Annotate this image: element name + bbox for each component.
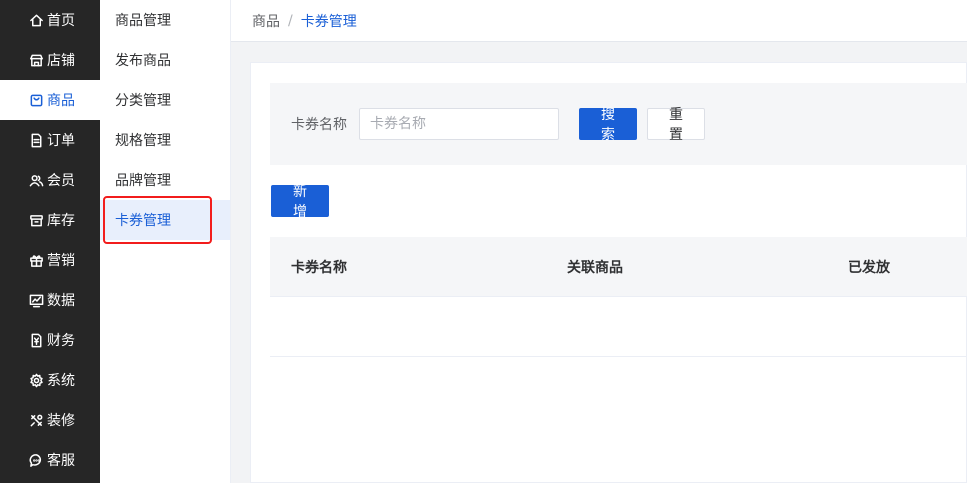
search-button[interactable]: 搜索 xyxy=(579,107,637,143)
sub-item-brand-manage[interactable]: 品牌管理 xyxy=(100,160,230,200)
nav-item-label: 商品 xyxy=(47,93,75,109)
column-header-issued: 已发放 xyxy=(848,259,890,276)
breadcrumb-current: 卡券管理 xyxy=(300,13,357,30)
search-label: 卡券名称 xyxy=(291,117,347,133)
content-card: 卡券名称 搜索 重置 新增 卡券名称 关联商品 已发放 xyxy=(250,62,967,483)
breadcrumb: 商品 / 卡券管理 xyxy=(231,0,967,42)
sub-item-spec-manage[interactable]: 规格管理 xyxy=(100,120,230,160)
home-icon xyxy=(28,12,44,28)
nav-item-label: 营销 xyxy=(47,253,75,269)
sub-item-publish-goods[interactable]: 发布商品 xyxy=(100,40,230,80)
box-icon xyxy=(28,212,44,228)
store-icon xyxy=(28,52,44,68)
users-icon xyxy=(28,172,44,188)
brush-icon xyxy=(28,412,44,428)
nav-item-finance[interactable]: 财务 xyxy=(0,320,100,360)
search-panel: 卡券名称 搜索 重置 xyxy=(270,83,967,165)
gift-icon xyxy=(28,252,44,268)
column-header-coupon-name: 卡券名称 xyxy=(291,259,347,276)
nav-item-members[interactable]: 会员 xyxy=(0,160,100,200)
add-button[interactable]: 新增 xyxy=(271,184,329,220)
reset-button[interactable]: 重置 xyxy=(647,107,705,143)
nav-item-data[interactable]: 数据 xyxy=(0,280,100,320)
highlight-box xyxy=(103,196,212,244)
nav-item-orders[interactable]: 订单 xyxy=(0,120,100,160)
nav-item-label: 财务 xyxy=(47,333,75,349)
nav-item-label: 订单 xyxy=(47,133,75,149)
nav-item-label: 数据 xyxy=(47,293,75,309)
nav-item-system[interactable]: 系统 xyxy=(0,360,100,400)
bag-icon xyxy=(28,92,44,108)
nav-item-label: 客服 xyxy=(47,453,75,469)
chart-icon xyxy=(28,292,44,308)
main-nav: 首页 店铺 商品 订单 会员 库存 营销 数据 财务 系统 装修 客服 xyxy=(0,0,100,483)
nav-item-goods[interactable]: 商品 xyxy=(0,80,100,120)
column-header-linked-goods: 关联商品 xyxy=(567,259,623,276)
nav-item-store[interactable]: 店铺 xyxy=(0,40,100,80)
nav-item-label: 库存 xyxy=(47,213,75,229)
table-body xyxy=(270,297,967,357)
gear-icon xyxy=(28,372,44,388)
nav-item-label: 系统 xyxy=(47,373,75,389)
nav-item-inventory[interactable]: 库存 xyxy=(0,200,100,240)
breadcrumb-separator: / xyxy=(288,12,293,29)
nav-item-label: 会员 xyxy=(47,173,75,189)
sub-item-category-manage[interactable]: 分类管理 xyxy=(100,80,230,120)
nav-item-marketing[interactable]: 营销 xyxy=(0,240,100,280)
nav-item-label: 首页 xyxy=(47,13,75,29)
nav-item-service[interactable]: 客服 xyxy=(0,440,100,480)
nav-item-decoration[interactable]: 装修 xyxy=(0,400,100,440)
nav-item-home[interactable]: 首页 xyxy=(0,0,100,40)
nav-item-label: 店铺 xyxy=(47,53,75,69)
nav-item-label: 装修 xyxy=(47,413,75,429)
chat-icon xyxy=(28,452,44,468)
breadcrumb-root[interactable]: 商品 xyxy=(252,11,280,31)
table-header: 卡券名称 关联商品 已发放 xyxy=(270,237,967,297)
yen-icon xyxy=(28,332,44,348)
coupon-name-input[interactable] xyxy=(359,108,559,140)
document-icon xyxy=(28,132,44,148)
sub-item-goods-manage[interactable]: 商品管理 xyxy=(100,0,230,40)
